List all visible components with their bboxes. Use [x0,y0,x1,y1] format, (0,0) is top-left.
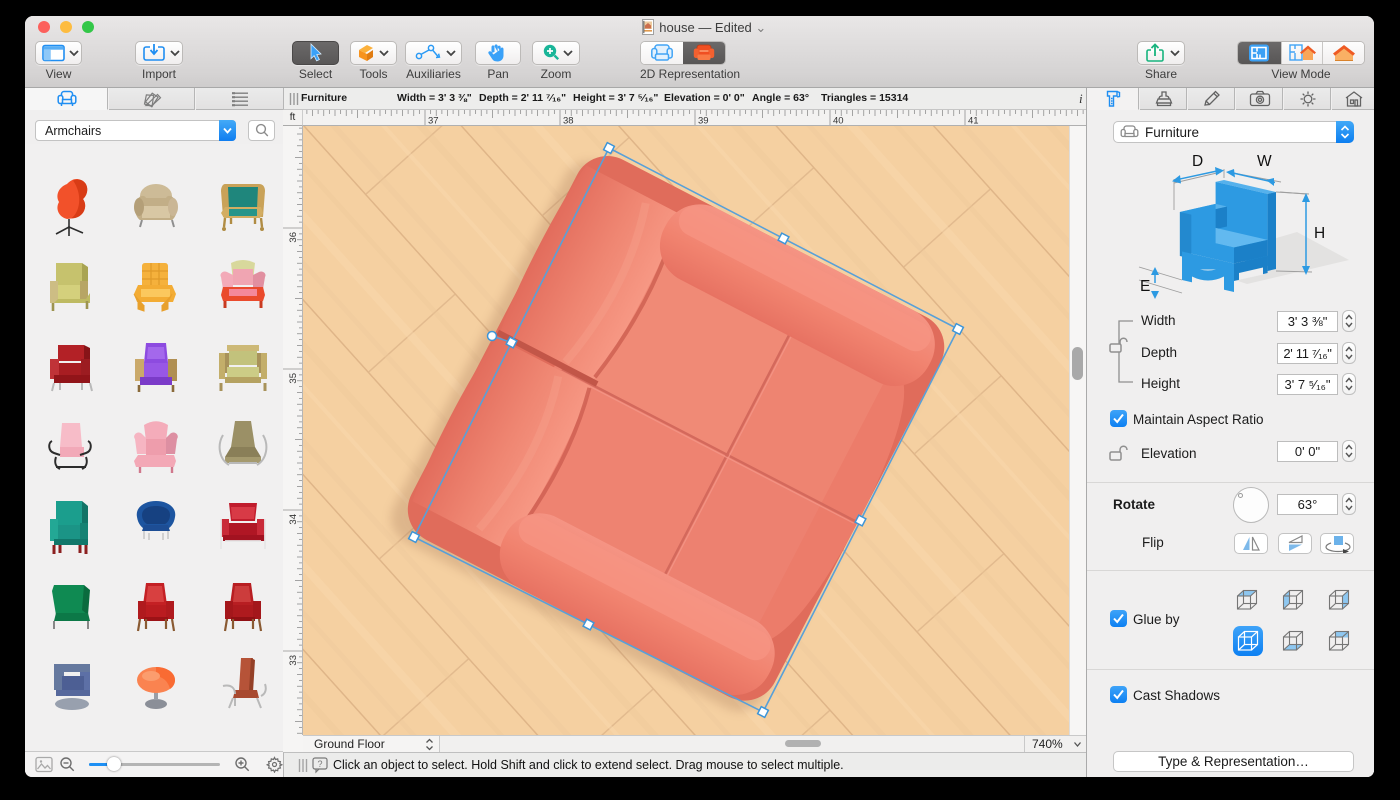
svg-text:39: 39 [698,116,709,127]
svg-text:?: ? [317,759,322,769]
svg-text:33: 33 [288,655,299,666]
svg-text:37: 37 [428,116,439,127]
svg-text:38: 38 [563,116,574,127]
svg-text:36: 36 [288,232,299,243]
svg-text:41: 41 [968,116,979,127]
svg-text:35: 35 [288,373,299,384]
svg-text:D: D [1192,153,1203,170]
svg-text:H: H [1314,225,1325,242]
svg-text:W: W [1257,153,1272,170]
svg-text:34: 34 [288,514,299,525]
svg-text:E: E [1140,278,1150,295]
svg-text:40: 40 [833,116,844,127]
